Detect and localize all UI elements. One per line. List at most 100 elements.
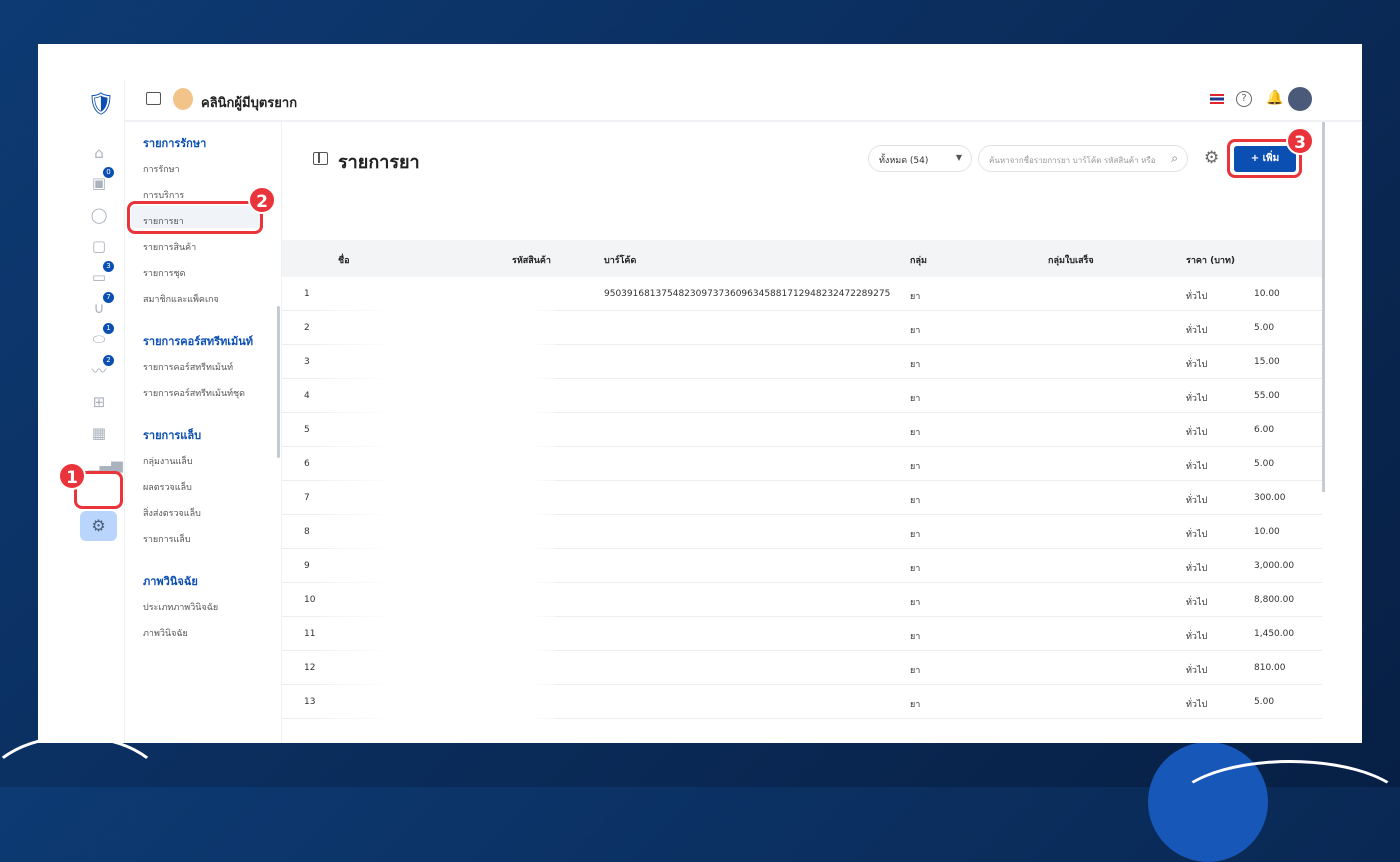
submenu-item[interactable]: การรักษา <box>143 162 180 176</box>
submenu-item[interactable]: รายการแล็บ <box>143 532 191 546</box>
cell-type: ทั่วไป <box>1186 496 1208 506</box>
cell-price: 55.00 <box>1254 391 1280 401</box>
submenu-item[interactable]: รายการชุด <box>143 266 185 280</box>
chevron-down-icon: ▼ <box>955 153 962 162</box>
column-header[interactable]: ชื่อ <box>338 253 350 267</box>
cell-type: ทั่วไป <box>1186 428 1208 438</box>
main-content: รายการยา ทั้งหมด (54) ▼ ค้นหาจากชื่อรายกา… <box>282 122 1322 743</box>
help-icon[interactable]: ? <box>1236 91 1252 107</box>
cell-price: 8,800.00 <box>1254 595 1295 605</box>
calendar-icon[interactable]: ▣ 0 <box>88 167 114 194</box>
annotation-step: 3 <box>1286 127 1314 155</box>
cell-no: 1 <box>304 289 310 299</box>
column-header[interactable]: บาร์โค้ด <box>604 253 636 267</box>
cell-price: 3,000.00 <box>1254 561 1295 571</box>
cell-group: ยา <box>910 292 921 302</box>
main-scrollbar[interactable] <box>1322 122 1325 492</box>
cell-no: 12 <box>304 663 316 673</box>
home-icon[interactable]: ⌂ <box>88 142 110 164</box>
app-window: 🛡 ⌂ ▣ 0 ◯ ▢ ▭ 3 ∪ 7 ⬭ 1 〰 2 ⊞ ▦ ▁▃▅ ⚙ 1 คลินิ… <box>38 44 1362 743</box>
user-avatar[interactable] <box>1288 87 1312 111</box>
cell-type: ทั่วไป <box>1186 564 1208 574</box>
section-title: รายการรักษา <box>143 137 207 150</box>
cell-price: 5.00 <box>1254 459 1275 469</box>
blurred-names <box>320 278 555 743</box>
annotation-step: 2 <box>248 186 276 214</box>
column-header[interactable]: กลุ่มใบเสร็จ <box>1048 253 1094 267</box>
pill-icon[interactable]: ⬭ 1 <box>88 323 114 350</box>
cell-group: ยา <box>910 394 921 404</box>
cell-price: 15.00 <box>1254 357 1280 367</box>
submenu-item[interactable]: สมาชิกและแพ็คเกจ <box>143 292 219 306</box>
submenu-item[interactable]: สิ่งส่งตรวจแล็บ <box>143 506 201 520</box>
user-icon[interactable]: ◯ <box>88 204 110 226</box>
column-header[interactable]: กลุ่ม <box>910 253 927 267</box>
cell-type: ทั่วไป <box>1186 326 1208 336</box>
cell-price: 300.00 <box>1254 493 1286 503</box>
search-input[interactable]: ค้นหาจากชื่อรายการยา บาร์โค้ด รหัสสินค้า… <box>978 145 1188 172</box>
cell-price: 10.00 <box>1254 527 1280 537</box>
decor-wave <box>1170 760 1400 860</box>
submenu-item[interactable]: รายการคอร์สทรีทเม้นท์ <box>143 360 233 374</box>
page-title: รายการยา <box>338 152 420 173</box>
cell-no: 4 <box>304 391 310 401</box>
submenu-item[interactable]: การบริการ <box>143 188 184 202</box>
icon-rail: ⌂ ▣ 0 ◯ ▢ ▭ 3 ∪ 7 ⬭ 1 〰 2 ⊞ ▦ ▁▃▅ ⚙ <box>38 80 125 743</box>
cell-no: 7 <box>304 493 310 503</box>
cell-group: ยา <box>910 700 921 710</box>
annotation-step: 1 <box>58 462 86 490</box>
cell-no: 2 <box>304 323 310 333</box>
cell-group: ยา <box>910 530 921 540</box>
badge: 7 <box>103 292 114 303</box>
submenu-item[interactable]: ภาพวินิจฉัย <box>143 626 188 640</box>
cell-group: ยา <box>910 462 921 472</box>
cell-type: ทั่วไป <box>1186 394 1208 404</box>
list-icon <box>313 152 328 165</box>
submenu-item[interactable]: ผลตรวจแล็บ <box>143 480 192 494</box>
gear-icon[interactable]: ⚙ <box>1204 148 1219 168</box>
cell-type: ทั่วไป <box>1186 292 1208 302</box>
apps-icon[interactable]: ▦ <box>88 422 110 444</box>
badge: 1 <box>103 323 114 334</box>
cell-barcode: 9503916813754823097373609634588171294823… <box>604 289 891 299</box>
clinic-name: คลินิกผู้มีบุตรยาก <box>201 96 298 111</box>
column-header[interactable]: ราคา (บาท) <box>1186 253 1235 267</box>
column-header[interactable]: รหัสสินค้า <box>512 253 551 267</box>
section-title: ภาพวินิจฉัย <box>143 575 198 588</box>
badge: 2 <box>103 355 114 366</box>
badge: 3 <box>103 261 114 272</box>
cell-price: 5.00 <box>1254 323 1275 333</box>
hand-icon[interactable]: 〰 2 <box>88 355 114 382</box>
filter-select[interactable]: ทั้งหมด (54) ▼ <box>868 145 972 172</box>
bell-icon[interactable]: 🔔 <box>1266 90 1283 106</box>
cell-type: ทั่วไป <box>1186 632 1208 642</box>
sidebar-toggle-icon[interactable] <box>146 92 161 105</box>
cell-no: 13 <box>304 697 316 707</box>
submenu-item[interactable]: กลุ่มงานแล็บ <box>143 454 193 468</box>
table-header: ชื่อ รหัสสินค้า บาร์โค้ด กลุ่ม กลุ่มใบเส… <box>282 240 1322 277</box>
search-placeholder: ค้นหาจากชื่อรายการยา บาร์โค้ด รหัสสินค้า… <box>989 156 1156 165</box>
annotation-highlight <box>127 201 263 234</box>
cell-group: ยา <box>910 360 921 370</box>
submenu-item[interactable]: รายการสินค้า <box>143 240 196 254</box>
cell-type: ทั่วไป <box>1186 598 1208 608</box>
cell-price: 810.00 <box>1254 663 1286 673</box>
box-icon[interactable]: ⊞ <box>88 391 110 413</box>
settings-icon[interactable]: ⚙ <box>80 511 117 541</box>
submenu-item[interactable]: ประเภทภาพวินิจฉัย <box>143 600 218 614</box>
bed-icon[interactable]: ▭ 3 <box>88 261 114 288</box>
cell-group: ยา <box>910 428 921 438</box>
cell-price: 1,450.00 <box>1254 629 1295 639</box>
cell-price: 6.00 <box>1254 425 1275 435</box>
cell-type: ทั่วไป <box>1186 530 1208 540</box>
board-icon[interactable]: ▢ <box>88 235 110 257</box>
submenu-scrollbar[interactable] <box>277 306 280 458</box>
stethoscope-icon[interactable]: ∪ 7 <box>88 292 114 319</box>
cell-group: ยา <box>910 326 921 336</box>
cell-group: ยา <box>910 564 921 574</box>
submenu-item[interactable]: รายการคอร์สทรีทเม้นท์ชุด <box>143 386 245 400</box>
thai-flag-icon[interactable] <box>1210 94 1224 104</box>
search-icon: ⌕ <box>1171 151 1178 165</box>
cell-no: 8 <box>304 527 310 537</box>
cell-group: ยา <box>910 598 921 608</box>
